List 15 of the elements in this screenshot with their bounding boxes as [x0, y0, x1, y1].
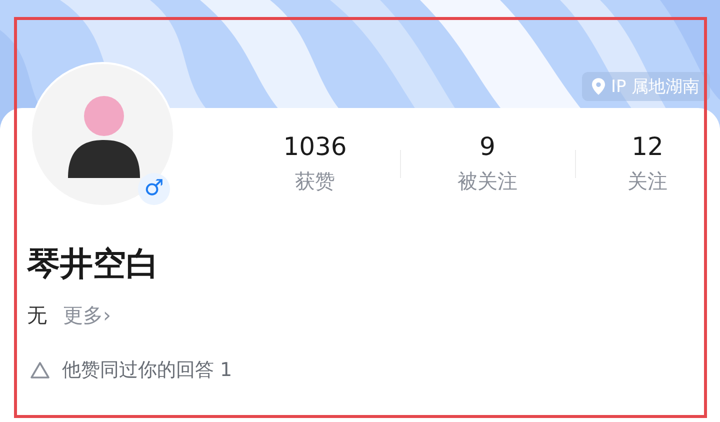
stat-count: 12 — [632, 132, 664, 162]
upvote-note: 他赞同过你的回答 1 — [62, 358, 232, 382]
bio-text: 无 — [27, 302, 47, 328]
triangle-icon — [30, 361, 50, 379]
location-pin-icon — [592, 78, 605, 95]
stat-label[interactable]: 关注 — [628, 168, 668, 194]
more-link[interactable]: 更多› — [63, 302, 111, 328]
avatar[interactable]: ♂ — [30, 62, 175, 207]
gender-badge: ♂ — [138, 173, 170, 205]
user-name: 琴井空白 — [27, 244, 160, 284]
stat-count: 1036 — [283, 132, 347, 162]
stat-label[interactable]: 被关注 — [458, 168, 518, 194]
ip-location-text: IP 属地湖南 — [611, 76, 700, 98]
stat-label[interactable]: 获赞 — [295, 168, 335, 194]
stat-count: 9 — [480, 132, 496, 162]
